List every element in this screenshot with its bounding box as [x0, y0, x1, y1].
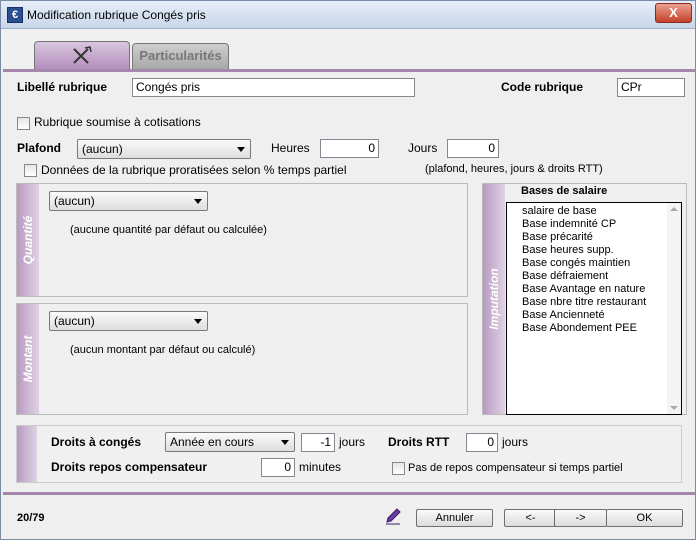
quantite-side-label: Quantité — [17, 184, 39, 296]
list-item[interactable]: Base indemnité CP — [507, 218, 681, 231]
imputation-side-text: Imputation — [487, 268, 501, 330]
montant-select[interactable]: (aucun) — [49, 311, 208, 331]
montant-select-value: (aucun) — [54, 314, 95, 328]
conges-select[interactable]: Année en cours — [165, 432, 295, 452]
annuler-button[interactable]: Annuler — [416, 509, 493, 527]
record-counter: 20/79 — [17, 512, 45, 524]
next-button[interactable]: -> — [554, 509, 607, 527]
dialog-window: € Modification rubrique Congés pris X Pa… — [0, 0, 696, 540]
close-button[interactable]: X — [655, 3, 692, 23]
list-item[interactable]: Base Avantage en nature — [507, 283, 681, 296]
jours-input[interactable]: 0 — [447, 139, 499, 158]
bases-header: Bases de salaire — [521, 185, 608, 197]
quantite-note: (aucune quantité par défaut ou calculée) — [70, 224, 267, 236]
bases-list[interactable]: salaire de base Base indemnité CP Base p… — [506, 202, 682, 415]
conges-input[interactable]: -1 — [301, 433, 335, 452]
droits-side-bar — [17, 426, 37, 482]
conges-select-value: Année en cours — [170, 435, 255, 449]
tab-general[interactable] — [34, 41, 130, 69]
conges-label: Droits à congés — [51, 435, 142, 449]
plafond-label: Plafond — [17, 141, 61, 155]
montant-side-text: Montant — [21, 335, 35, 383]
divider — [3, 69, 695, 72]
montant-side-label: Montant — [17, 304, 39, 414]
chevron-down-icon — [237, 147, 245, 152]
plafond-select-value: (aucun) — [82, 142, 123, 156]
prorata-label: Données de la rubrique proratisées selon… — [41, 163, 347, 177]
chevron-down-icon — [194, 199, 202, 204]
quantite-select-value: (aucun) — [54, 194, 95, 208]
cotisations-label: Rubrique soumise à cotisations — [34, 115, 201, 129]
imputation-side-label: Imputation — [483, 184, 505, 414]
droits-panel — [16, 425, 682, 483]
title-bar[interactable]: € Modification rubrique Congés pris X — [1, 1, 695, 29]
prorata-checkbox[interactable] — [24, 164, 37, 177]
tools-icon — [73, 46, 92, 64]
libelle-label: Libellé rubrique — [17, 80, 108, 94]
chevron-down-icon — [194, 319, 202, 324]
app-icon: € — [7, 7, 23, 23]
heures-input[interactable]: 0 — [320, 139, 379, 158]
scroll-down-icon[interactable] — [670, 406, 678, 410]
list-item[interactable]: Base précarité — [507, 231, 681, 244]
list-item[interactable]: Base nbre titre restaurant — [507, 296, 681, 309]
jours-label: Jours — [408, 141, 438, 155]
list-item[interactable]: Base Ancienneté — [507, 309, 681, 322]
list-item[interactable]: Base congés maintien — [507, 257, 681, 270]
list-item[interactable]: Base heures supp. — [507, 244, 681, 257]
prev-button[interactable]: <- — [504, 509, 557, 527]
pas-repos-checkbox[interactable] — [392, 462, 405, 475]
repos-unit: minutes — [299, 460, 342, 474]
cotisations-checkbox[interactable] — [17, 117, 30, 130]
ok-button[interactable]: OK — [606, 509, 683, 527]
quantite-side-text: Quantité — [21, 215, 35, 265]
tab-particularites[interactable]: Particularités — [132, 43, 229, 69]
list-item[interactable]: Base défraiement — [507, 270, 681, 283]
plafond-select[interactable]: (aucun) — [77, 139, 251, 159]
list-item[interactable]: Base Abondement PEE — [507, 322, 681, 335]
list-item[interactable]: salaire de base — [507, 205, 681, 218]
montant-note: (aucun montant par défaut ou calculé) — [70, 344, 256, 356]
prorata-note: (plafond, heures, jours & droits RTT) — [425, 163, 603, 175]
repos-input[interactable]: 0 — [261, 458, 295, 477]
code-label: Code rubrique — [501, 80, 584, 94]
conges-unit: jours — [339, 435, 366, 449]
pas-repos-label: Pas de repos compensateur si temps parti… — [408, 462, 623, 474]
edit-pen-icon[interactable] — [384, 507, 402, 525]
repos-label: Droits repos compensateur — [51, 460, 208, 474]
heures-label: Heures — [271, 141, 310, 155]
libelle-input[interactable]: Congés pris — [132, 78, 415, 97]
rtt-input[interactable]: 0 — [466, 433, 498, 452]
divider — [3, 492, 695, 495]
chevron-down-icon — [281, 440, 289, 445]
quantite-select[interactable]: (aucun) — [49, 191, 208, 211]
window-title: Modification rubrique Congés pris — [27, 8, 206, 22]
rtt-label: Droits RTT — [388, 435, 450, 449]
scroll-up-icon[interactable] — [670, 207, 678, 211]
rtt-unit: jours — [502, 435, 529, 449]
list-scrollbar[interactable] — [667, 203, 681, 414]
code-input[interactable]: CPr — [617, 78, 685, 97]
